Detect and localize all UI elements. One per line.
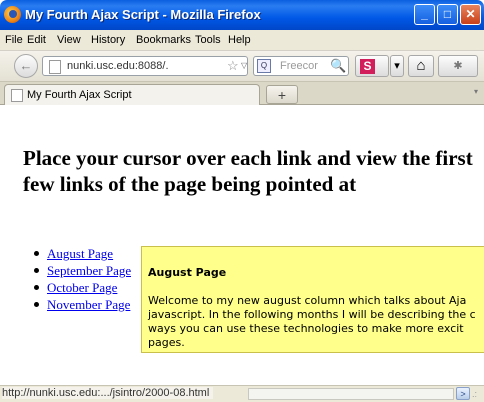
close-button[interactable]: ✕	[460, 4, 481, 25]
tab-active[interactable]: My Fourth Ajax Script	[4, 84, 260, 105]
tab-label: My Fourth Ajax Script	[27, 89, 132, 101]
window-title: My Fourth Ajax Script - Mozilla Firefox	[25, 7, 261, 22]
link-november[interactable]: November Page	[47, 296, 131, 313]
horizontal-scrollbar[interactable]	[248, 388, 454, 400]
minimize-button[interactable]: _	[414, 4, 435, 25]
addon-s-dropdown[interactable]: ▾	[390, 55, 404, 77]
tab-list-icon[interactable]: ▾	[474, 87, 478, 96]
tab-page-icon	[11, 89, 23, 102]
search-bar[interactable]: Q Freecor 🔍	[253, 56, 349, 76]
navigation-toolbar: ← nunki.usc.edu:8088/. ☆ ▽ C Q Freecor 🔍…	[0, 51, 484, 82]
tooltip-line: javascript. In the following months I wi…	[148, 308, 476, 321]
url-dropdown-icon[interactable]: ▽	[241, 61, 247, 70]
home-button[interactable]: ⌂	[408, 55, 434, 77]
link-august[interactable]: August Page	[47, 245, 131, 262]
page-icon	[49, 60, 61, 74]
url-text[interactable]: nunki.usc.edu:8088/.	[67, 60, 169, 72]
menu-tools[interactable]: Tools	[195, 34, 221, 46]
addon-s-button[interactable]: S	[355, 55, 389, 77]
new-tab-button[interactable]: +	[266, 85, 298, 104]
menu-edit[interactable]: Edit	[27, 34, 46, 46]
resize-grip-icon[interactable]: .:	[472, 389, 477, 399]
status-url: http://nunki.usc.edu:.../jsintro/2000-08…	[2, 387, 214, 399]
link-october[interactable]: October Page	[47, 279, 131, 296]
tooltip-body: Welcome to my new august column which ta…	[148, 294, 484, 350]
addon-s-icon: S	[360, 59, 375, 74]
url-bar[interactable]: nunki.usc.edu:8088/. ☆ ▽ C	[42, 56, 267, 76]
menu-file[interactable]: File	[5, 34, 23, 46]
menu-view[interactable]: View	[57, 34, 81, 46]
menu-history[interactable]: History	[91, 34, 125, 46]
tooltip-line: pages.	[148, 336, 185, 349]
tooltip-title: August Page	[148, 266, 227, 279]
tooltip-line: ways you can use these technologies to m…	[148, 322, 464, 335]
bookmark-star-icon[interactable]: ☆	[227, 58, 239, 74]
link-list: August Page September Page October Page …	[34, 245, 131, 313]
tooltip-line: Welcome to my new august column which ta…	[148, 294, 467, 307]
list-item: November Page	[34, 296, 131, 313]
menu-help[interactable]: Help	[228, 34, 251, 46]
list-item: September Page	[34, 262, 131, 279]
maximize-button[interactable]: □	[437, 4, 458, 25]
list-item: October Page	[34, 279, 131, 296]
page-content: Place your cursor over each link and vie…	[0, 105, 484, 385]
status-bar: http://nunki.usc.edu:.../jsintro/2000-08…	[0, 385, 484, 402]
tab-strip: My Fourth Ajax Script + ▾	[0, 82, 484, 105]
scroll-right-button[interactable]: >	[456, 387, 470, 400]
search-input[interactable]: Freecor	[280, 60, 318, 72]
list-item: August Page	[34, 245, 131, 262]
page-heading: Place your cursor over each link and vie…	[23, 146, 473, 196]
window-title-bar[interactable]: My Fourth Ajax Script - Mozilla Firefox …	[0, 0, 484, 30]
extension-button[interactable]: ✱	[438, 55, 478, 77]
search-icon[interactable]: 🔍	[330, 58, 346, 74]
link-september[interactable]: September Page	[47, 262, 131, 279]
menu-bar: File Edit View History Bookmarks Tools H…	[0, 30, 484, 51]
firefox-logo-icon	[4, 6, 21, 23]
preview-tooltip: August Page Welcome to my new august col…	[141, 246, 484, 353]
search-engine-icon[interactable]: Q	[257, 59, 271, 73]
menu-bookmarks[interactable]: Bookmarks	[136, 34, 191, 46]
back-button[interactable]: ←	[14, 54, 38, 78]
